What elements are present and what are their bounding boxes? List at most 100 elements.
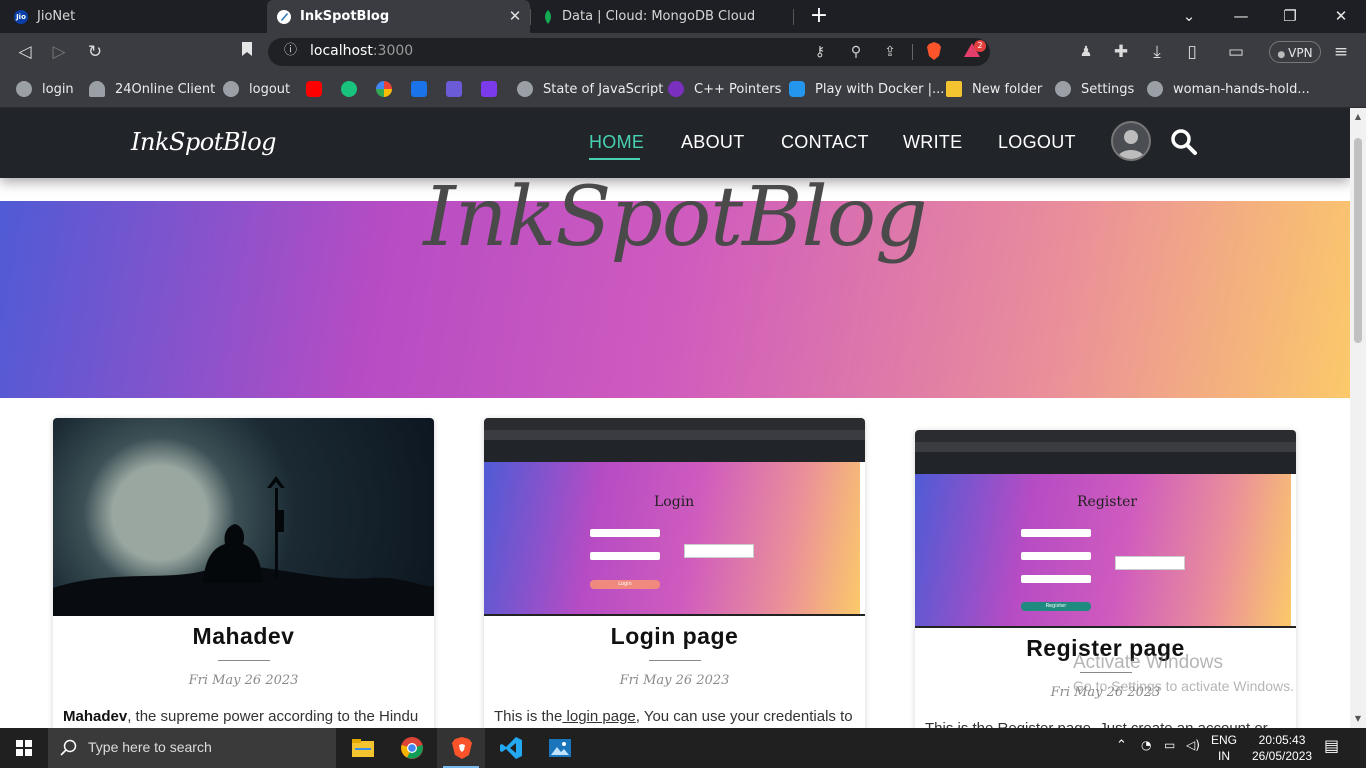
thumb-field — [590, 529, 660, 537]
thumb-toolbar — [915, 442, 1296, 452]
tab-inkspotblog[interactable]: InkSpotBlog ✕ — [267, 0, 530, 33]
show-hidden-icons[interactable]: ⌃ — [1116, 738, 1127, 753]
thumb-tabbar — [484, 418, 865, 430]
taskbar-photos[interactable] — [535, 728, 583, 768]
tab-search-chevron-icon[interactable]: ⌄ — [1166, 0, 1212, 33]
bookmark-label: New folder — [972, 81, 1043, 97]
scroll-up-icon[interactable]: ▲ — [1353, 112, 1363, 122]
minimize-button[interactable]: — — [1218, 0, 1264, 33]
nav-about[interactable]: ABOUT — [681, 132, 745, 153]
post-image-register[interactable]: Register Register — [915, 430, 1296, 628]
clock[interactable]: 20:05:43 26/05/2023 — [1252, 732, 1312, 764]
bookmark-bolt[interactable] — [481, 80, 507, 98]
forward-icon[interactable]: ▷ — [48, 41, 70, 63]
bookmark-youtube[interactable] — [306, 80, 332, 98]
input-language[interactable]: ENG IN — [1211, 732, 1237, 764]
vpn-button[interactable]: ● VPN — [1269, 41, 1321, 63]
taskbar-brave[interactable] — [437, 728, 485, 768]
bookmark-logout[interactable]: logout — [223, 80, 290, 98]
close-window-button[interactable]: ✕ — [1318, 0, 1364, 33]
close-tab-icon[interactable]: ✕ — [506, 7, 524, 25]
brave-shields-icon[interactable] — [924, 42, 944, 62]
thumb-field — [1021, 575, 1091, 583]
bookmark-icon[interactable] — [236, 41, 258, 63]
extensions-icon[interactable]: ✚ — [1110, 41, 1132, 63]
bookmark-state-of-js[interactable]: State of JavaScript — [517, 80, 663, 98]
nav-write[interactable]: WRITE — [903, 132, 963, 153]
scroll-down-icon[interactable]: ▼ — [1353, 714, 1363, 724]
search-icon — [60, 739, 77, 756]
battery-icon[interactable]: ▭ — [1164, 738, 1175, 752]
excerpt-link[interactable]: login page — [562, 708, 636, 725]
post-card[interactable]: Mahadev Fri May 26 2023 Mahadev, the sup… — [53, 418, 434, 728]
site-logo[interactable]: InkSpotBlog — [131, 128, 277, 156]
leo-ai-icon[interactable]: ♟ — [1075, 41, 1097, 63]
search-icon[interactable] — [1170, 128, 1198, 156]
bookmark-24online[interactable]: 24Online Client — [89, 80, 215, 98]
address-bar[interactable]: ⓘ localhost:3000 ⚷ ⚲ ⇪ 2 — [268, 38, 990, 66]
post-title[interactable]: Login page — [484, 623, 865, 650]
docker-icon — [789, 81, 805, 97]
cloud-icon — [89, 81, 105, 97]
browser-toolbar: ◁ ▷ ↻ ⓘ localhost:3000 ⚷ ⚲ ⇪ 2 ♟ ✚ ⤓ ▯ ▭… — [0, 33, 1366, 71]
bookmark-chatgpt[interactable] — [341, 80, 367, 98]
scrollbar-thumb[interactable] — [1354, 138, 1362, 343]
notifications-icon[interactable]: ▤ — [1324, 736, 1339, 755]
taskbar-chrome[interactable] — [387, 728, 435, 768]
site-info-icon[interactable]: ⓘ — [284, 43, 300, 59]
back-icon[interactable]: ◁ — [14, 41, 36, 63]
restore-button[interactable]: ❐ — [1267, 0, 1313, 33]
bookmark-docker[interactable]: Play with Docker |... — [789, 80, 944, 98]
bookmark-new-folder[interactable]: New folder — [946, 80, 1042, 98]
downloads-icon[interactable]: ⤓ — [1146, 41, 1168, 63]
bookmark-login[interactable]: login — [16, 80, 74, 98]
bookmark-google[interactable] — [376, 80, 402, 98]
post-image-login[interactable]: Login Login — [484, 418, 865, 616]
bookmark-cpp-pointers[interactable]: C++ Pointers — [668, 80, 781, 98]
page-scrollbar[interactable]: ▲ ▼ — [1350, 108, 1366, 728]
taskbar-file-explorer[interactable] — [338, 728, 386, 768]
post-image-mahadev[interactable] — [53, 418, 434, 616]
gear-icon — [1055, 81, 1071, 97]
network-icon[interactable]: ◔ — [1141, 738, 1151, 752]
bookmark-s[interactable] — [411, 80, 437, 98]
share-icon[interactable]: ⇪ — [880, 42, 900, 62]
thumb-captcha — [1115, 556, 1185, 570]
nav-logout[interactable]: LOGOUT — [998, 132, 1076, 153]
thumb-button: Login — [590, 580, 660, 589]
new-tab-button[interactable]: + — [808, 4, 830, 28]
sidebar-icon[interactable]: ▯ — [1181, 41, 1203, 63]
tab-jionet[interactable]: Jio JioNet — [0, 0, 266, 33]
reload-icon[interactable]: ↻ — [84, 41, 106, 63]
avatar[interactable] — [1111, 121, 1151, 161]
wallet-icon[interactable]: ▭ — [1225, 41, 1247, 63]
key-icon[interactable]: ⚷ — [810, 42, 830, 62]
photos-icon — [549, 739, 571, 757]
bolt-icon — [481, 81, 497, 97]
nav-contact[interactable]: CONTACT — [781, 132, 869, 153]
excerpt-text: This is the — [494, 708, 563, 725]
volume-icon[interactable]: ◁) — [1186, 738, 1200, 752]
nav-home[interactable]: HOME — [589, 132, 644, 153]
code-icon — [446, 81, 462, 97]
rewards-badge: 2 — [974, 40, 986, 52]
tab-mongodb[interactable]: Data | Cloud: MongoDB Cloud — [531, 0, 793, 33]
bookmark-woman-hands[interactable]: woman-hands-hold... — [1147, 80, 1310, 98]
taskbar-search[interactable]: Type here to search — [48, 728, 336, 768]
zoom-icon[interactable]: ⚲ — [846, 42, 866, 62]
bookmark-settings[interactable]: Settings — [1055, 80, 1134, 98]
globe-icon — [517, 81, 533, 97]
excerpt-text: , the supreme power according to the Hin… — [127, 708, 419, 725]
youtube-icon — [306, 81, 322, 97]
post-title[interactable]: Mahadev — [53, 623, 434, 650]
thumb-tabbar — [915, 430, 1296, 442]
menu-icon[interactable]: ≡ — [1330, 41, 1352, 63]
bookmark-label: logout — [249, 81, 291, 97]
thumb-gradient — [484, 462, 860, 614]
start-button[interactable] — [0, 728, 48, 768]
thumb-heading: Register — [1077, 494, 1138, 510]
post-card[interactable]: Login Login Login page Fri May 26 2023 T… — [484, 418, 865, 728]
bookmark-code[interactable] — [446, 80, 472, 98]
taskbar-vscode[interactable] — [486, 728, 534, 768]
url-host: localhost — [310, 43, 373, 59]
